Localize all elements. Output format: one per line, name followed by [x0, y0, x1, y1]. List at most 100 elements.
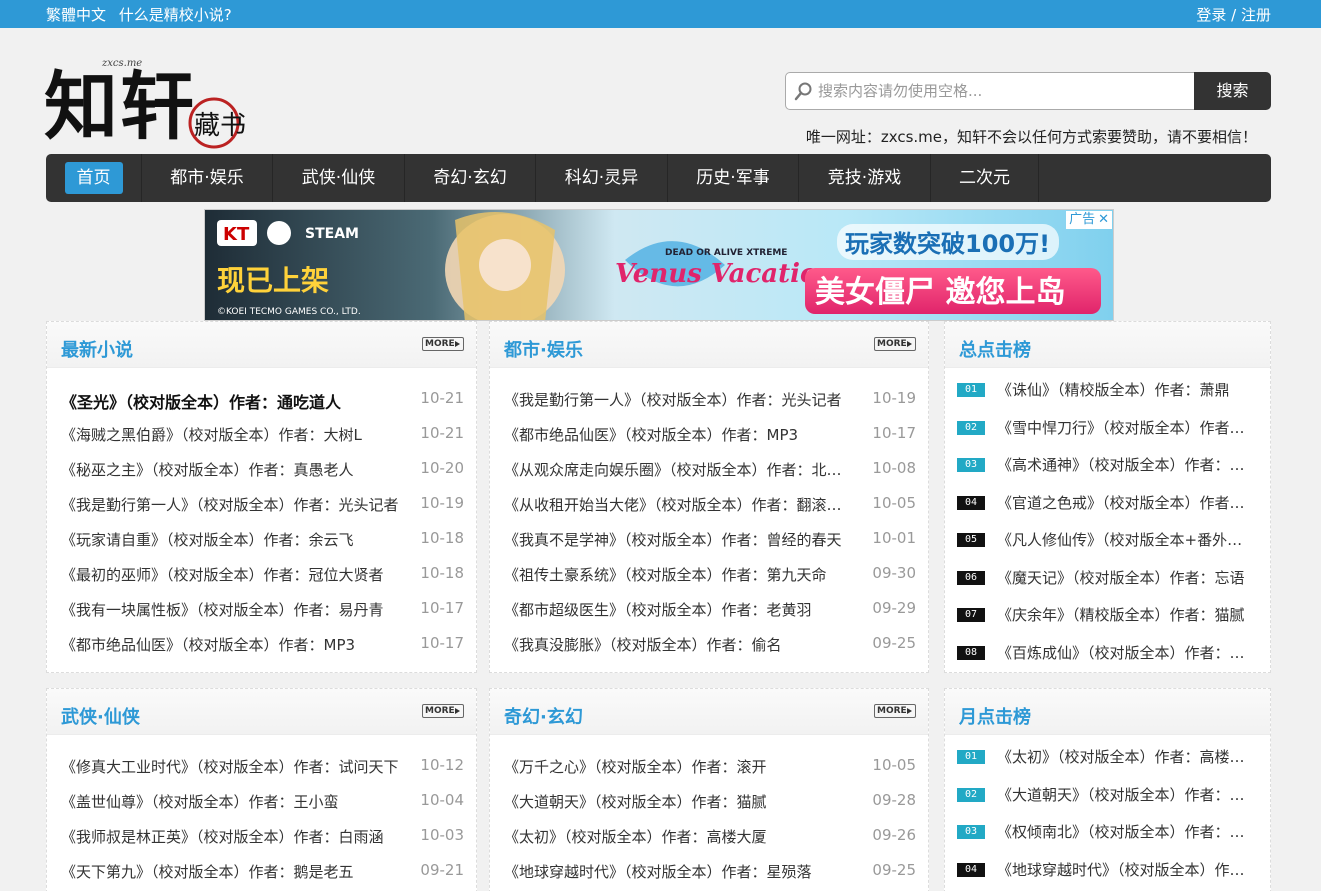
ad-banner[interactable]: KT STEAM 现已上架 ©KOEI TECMO GAMES CO., LTD… — [204, 209, 1114, 321]
about-link[interactable]: 什么是精校小说? — [119, 6, 232, 24]
wuxia-list: 《修真大工业时代》（校对版全本）作者：试问天下 10-12 《盖世仙尊》（校对版全… — [47, 747, 476, 887]
urban-list: 《我是勤行第一人》（校对版全本）作者：光头记者 10-19 《都市绝品仙医》（校对… — [490, 380, 928, 660]
rank-number: 08 — [957, 645, 985, 660]
rank-item[interactable]: 04《地球穿越时代》（校对版全本）作者：星殒落 — [945, 851, 1270, 889]
panel-title: 月点击榜 — [959, 707, 1031, 728]
rank-item[interactable]: 01 《诛仙》（精校版全本）作者：萧鼎 — [945, 371, 1270, 409]
list-item[interactable]: 《玩家请自重》（校对版全本）作者：余云飞 10-18 — [47, 520, 476, 555]
list-item[interactable]: 《我真不是学神》（校对版全本）作者：曾经的春天 10-01 — [490, 520, 928, 555]
list-item[interactable]: 《从收租开始当大佬》（校对版全本）作者：翻滚的土豆 10-05 — [490, 485, 928, 520]
main-nav: 首页 都市·娱乐 武侠·仙侠 奇幻·玄幻 科幻·灵异 历史·军事 竞技·游戏 二… — [46, 154, 1271, 202]
rank-number: 04 — [957, 495, 985, 510]
ad-close-icon[interactable]: ✕ — [1098, 212, 1109, 227]
more-button[interactable]: MORE — [874, 704, 916, 718]
month-rank-list: 01 《太初》（校对版全本）作者：高楼大厦 02 《大道朝天》（校对版全本）作者：猫… — [945, 738, 1270, 888]
site-notice: 唯一网址：zxcs.me，知轩不会以任何方式索要赞助，请不要相信！ — [805, 128, 1257, 146]
panel-month-rank: 月点击榜 01 《太初》（校对版全本）作者：高楼大厦 02 《大道朝天》（校对版全本… — [944, 688, 1271, 891]
nav-item-scifi[interactable]: 科幻·灵异 — [536, 154, 668, 202]
traditional-chinese-link[interactable]: 繁體中文 — [46, 6, 106, 24]
rank-item[interactable]: 03《高术通神》（校对版全本）作者：手握寸关尺 — [945, 446, 1270, 484]
panel-title[interactable]: 奇幻·玄幻 — [504, 703, 583, 729]
list-item[interactable]: 《修真大工业时代》（校对版全本）作者：试问天下 10-12 — [47, 747, 476, 782]
site-logo[interactable]: zxcs.me 知轩 藏书 — [44, 50, 294, 150]
list-item[interactable]: 《我师叔是林正英》（校对版全本）作者：白雨涵 10-03 — [47, 817, 476, 852]
panel-header: 奇幻·玄幻 MORE — [490, 689, 928, 735]
list-item[interactable]: 《盖世仙尊》（校对版全本）作者：王小蛮 10-04 — [47, 782, 476, 817]
rank-item[interactable]: 02 《大道朝天》（校对版全本）作者：猫腻 — [945, 776, 1270, 814]
list-item[interactable]: 《我有一块属性板》（校对版全本）作者：易丹青 10-17 — [47, 590, 476, 625]
rank-number: 03 — [957, 458, 985, 472]
list-item[interactable]: 《都市绝品仙医》（校对版全本）作者：MP3 10-17 — [47, 625, 476, 660]
nav-item-home[interactable]: 首页 — [46, 154, 142, 202]
rank-number: 02 — [957, 420, 985, 435]
nav-item-urban[interactable]: 都市·娱乐 — [142, 154, 273, 202]
panel-title[interactable]: 武侠·仙侠 — [61, 703, 140, 729]
more-button[interactable]: MORE — [422, 704, 464, 718]
nav-item-acg[interactable]: 二次元 — [931, 154, 1039, 202]
ad-label: 广告 ✕ — [1066, 211, 1112, 229]
panel-title[interactable]: 都市·娱乐 — [504, 336, 583, 362]
rank-item[interactable]: 07 《庆余年》（精校版全本）作者：猫腻 — [945, 596, 1270, 634]
nav-item-fantasy[interactable]: 奇幻·玄幻 — [405, 154, 536, 202]
panel-latest: 最新小说 MORE 《圣光》（校对版全本）作者：通吃道人 10-21 《海贼之黑伯… — [46, 321, 477, 673]
list-item[interactable]: 《海贼之黑伯爵》（校对版全本）作者：大树L 10-21 — [47, 415, 476, 450]
nav-item-wuxia[interactable]: 武侠·仙侠 — [273, 154, 405, 202]
svg-text:KT: KT — [223, 224, 250, 245]
svg-text:STEAM: STEAM — [305, 226, 359, 242]
panel-header: 总点击榜 — [945, 322, 1270, 368]
rank-item[interactable]: 05《凡人修仙传》（校对版全本+番外）作者：忘语 — [945, 521, 1270, 559]
more-button[interactable]: MORE — [422, 337, 464, 351]
svg-text:玩家数突破100万!: 玩家数突破100万! — [845, 230, 1050, 258]
list-item[interactable]: 《都市超级医生》（校对版全本）作者：老黄羽 09-29 — [490, 590, 928, 625]
panel-header: 月点击榜 — [945, 689, 1270, 735]
total-rank-list: 01《诛仙》（精校版全本）作者：萧鼎 02《雪中悍刀行》（校对版全本）作者：烽火… — [945, 371, 1270, 671]
svg-text:知轩: 知轩 — [44, 64, 196, 150]
rank-number: 07 — [957, 608, 985, 622]
list-item[interactable]: 《都市绝品仙医》（校对版全本）作者：MP3 10-17 — [490, 415, 928, 450]
svg-text:藏书: 藏书 — [194, 111, 246, 141]
rank-item[interactable]: 01 《太初》（校对版全本）作者：高楼大厦 — [945, 738, 1270, 776]
panel-header: 最新小说 MORE — [47, 322, 476, 368]
list-item[interactable]: 《大道朝天》（校对版全本）作者：猫腻 09-28 — [490, 782, 928, 817]
nav-item-games[interactable]: 竞技·游戏 — [799, 154, 931, 202]
list-item[interactable]: 《圣光》（校对版全本）作者：通吃道人 10-21 — [47, 380, 476, 415]
search-box — [785, 72, 1195, 110]
list-item[interactable]: 《秘巫之主》（校对版全本）作者：真愚老人 10-20 — [47, 450, 476, 485]
list-item[interactable]: 《太初》（校对版全本）作者：高楼大厦 09-26 — [490, 817, 928, 852]
list-item[interactable]: 《从观众席走向娱乐圈》（校对版全本）作者：北方雪人 10-08 — [490, 450, 928, 485]
search-icon — [794, 81, 814, 101]
list-item[interactable]: 《天下第九》（校对版全本）作者：鹅是老五 09-21 — [47, 852, 476, 887]
latest-list: 《圣光》（校对版全本）作者：通吃道人 10-21 《海贼之黑伯爵》（校对版全本）作… — [47, 380, 476, 660]
list-item[interactable]: 《我是勤行第一人》（校对版全本）作者：光头记者 10-19 — [490, 380, 928, 415]
top-bar: 繁體中文 什么是精校小说? 登录 / 注册 — [0, 0, 1321, 28]
more-button[interactable]: MORE — [874, 337, 916, 351]
rank-item[interactable]: 02《雪中悍刀行》（校对版全本）作者：烽火戏诸侯 — [945, 409, 1270, 447]
rank-number: 01 — [957, 383, 985, 397]
rank-number: 05 — [957, 533, 985, 547]
panel-title[interactable]: 最新小说 — [61, 336, 133, 362]
rank-item[interactable]: 04 《官道之色戒》（校对版全本）作者：雨一 — [945, 484, 1270, 522]
rank-number: 01 — [957, 750, 985, 764]
list-item[interactable]: 《我真没膨胀》（校对版全本）作者：偷名 09-25 — [490, 625, 928, 660]
list-item[interactable]: 《我是勤行第一人》（校对版全本）作者：光头记者 10-19 — [47, 485, 476, 520]
list-item[interactable]: 《祖传土豪系统》（校对版全本）作者：第九天命 09-30 — [490, 555, 928, 590]
rank-item[interactable]: 08 《百炼成仙》（校对版全本）作者：幻雨 — [945, 634, 1270, 672]
search-input[interactable] — [818, 73, 1188, 109]
list-item[interactable]: 《地球穿越时代》（校对版全本）作者：星殒落 09-25 — [490, 852, 928, 887]
rank-item[interactable]: 06 《魔天记》（校对版全本）作者：忘语 — [945, 559, 1270, 597]
rank-item[interactable]: 03 《权倾南北》（校对版全本）作者：幻雨 — [945, 813, 1270, 851]
register-link[interactable]: 注册 — [1241, 6, 1271, 24]
rank-number: 03 — [957, 825, 985, 839]
list-item[interactable]: 《万千之心》（校对版全本）作者：滚开 10-05 — [490, 747, 928, 782]
login-separator: / — [1226, 6, 1241, 24]
svg-text:DEAD OR ALIVE XTREME: DEAD OR ALIVE XTREME — [665, 248, 787, 258]
list-item[interactable]: 《最初的巫师》（校对版全本）作者：冠位大贤者 10-18 — [47, 555, 476, 590]
panel-header: 都市·娱乐 MORE — [490, 322, 928, 368]
panel-total-rank: 总点击榜 01 《诛仙》（精校版全本）作者：萧鼎 02 《雪中悍刀行》（校对版全本）… — [944, 321, 1271, 673]
rank-number: 02 — [957, 787, 985, 802]
login-link[interactable]: 登录 — [1196, 6, 1226, 24]
ad-image: KT STEAM 现已上架 ©KOEI TECMO GAMES CO., LTD… — [205, 210, 1113, 320]
nav-item-history[interactable]: 历史·军事 — [668, 154, 799, 202]
panel-header: 武侠·仙侠 MORE — [47, 689, 476, 735]
search-button[interactable]: 搜索 — [1194, 72, 1271, 110]
